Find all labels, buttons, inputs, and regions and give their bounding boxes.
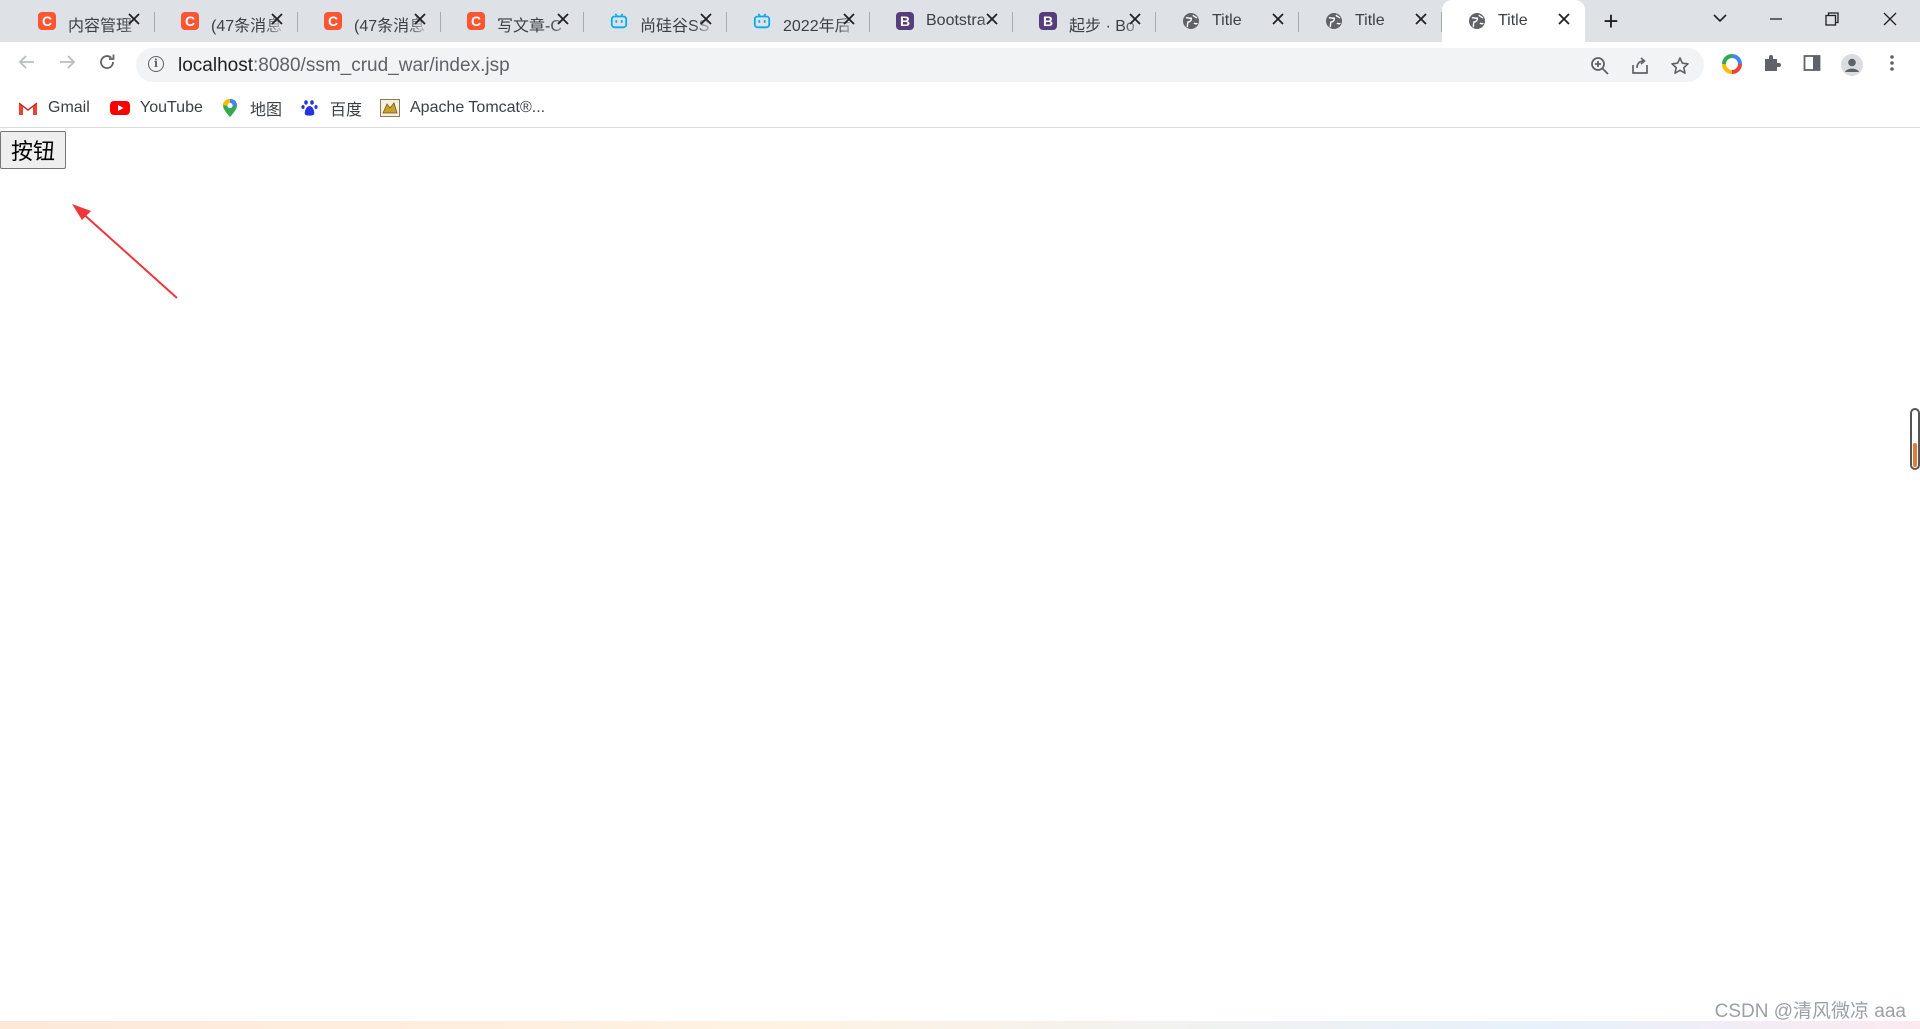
url-host: localhost [178, 55, 253, 76]
bootstrap-icon: B [896, 12, 914, 30]
chevron-down-icon [1713, 14, 1727, 23]
watermark: CSDN @清风微凉 aaa [1714, 1001, 1906, 1022]
csdn-icon: C [38, 12, 56, 30]
tab-search-button[interactable] [1700, 6, 1740, 34]
reload-button[interactable] [92, 50, 122, 80]
restore-icon [1825, 12, 1839, 26]
scroll-indicator-fill [1913, 442, 1917, 467]
browser-tab[interactable]: Title [1156, 0, 1299, 42]
forward-button[interactable] [52, 50, 82, 80]
bookmark-label: 百度 [330, 102, 363, 119]
globe-icon [1468, 12, 1486, 30]
tab-close-icon[interactable] [1412, 11, 1430, 29]
color-ring-icon [1722, 54, 1742, 74]
page-button[interactable]: 按钮 [0, 131, 67, 169]
bookmark-label: YouTube [140, 99, 203, 116]
bookmark-label: Apache Tomcat®... [410, 99, 546, 116]
avatar-icon [1841, 54, 1863, 76]
zoom-button[interactable] [1590, 56, 1610, 76]
bilibili-icon [610, 12, 628, 30]
close-window-button[interactable] [1870, 6, 1910, 34]
taskbar-strip [0, 1021, 1920, 1029]
arrow-left-icon [18, 55, 34, 69]
browser-tab[interactable]: C 内容管理 [12, 0, 155, 42]
baidu-icon [300, 98, 320, 118]
back-button[interactable] [12, 50, 42, 80]
profile-button[interactable] [1840, 53, 1864, 77]
site-info-icon[interactable]: i [148, 56, 164, 72]
extensions-button[interactable] [1760, 53, 1784, 77]
tomcat-icon [380, 98, 400, 118]
bookmark-label: 地图 [250, 102, 283, 119]
browser-tab[interactable]: C (47条消息 [298, 0, 441, 42]
bookmark-label: Gmail [48, 99, 90, 116]
bookmark-tomcat[interactable]: Apache Tomcat®... [380, 96, 545, 120]
close-icon [1883, 12, 1897, 26]
browser-tab[interactable]: Title [1299, 0, 1442, 42]
tab-close-icon[interactable] [411, 11, 429, 29]
minimize-button[interactable] [1756, 6, 1796, 34]
tab-close-icon[interactable] [1126, 11, 1144, 29]
globe-icon [1325, 12, 1343, 30]
address-bar[interactable]: i localhost:8080/ssm_crud_war/index.jsp [136, 48, 1704, 82]
side-panel-button[interactable] [1800, 53, 1824, 77]
youtube-icon [110, 98, 130, 118]
share-icon [1632, 57, 1648, 74]
star-icon [1671, 57, 1689, 74]
bootstrap-icon: B [1039, 12, 1057, 30]
reload-icon [100, 54, 115, 69]
bookmark-baidu[interactable]: 百度 [300, 96, 362, 120]
tab-close-icon[interactable] [697, 11, 715, 29]
bookmark-gmail[interactable]: Gmail [18, 96, 90, 120]
more-vert-icon [1890, 55, 1894, 71]
side-panel-icon [1803, 55, 1821, 71]
tab-close-icon[interactable] [1269, 11, 1287, 29]
browser-tab[interactable]: C (47条消息 [155, 0, 298, 42]
minimize-icon [1770, 18, 1782, 20]
annotation-arrow [72, 204, 178, 299]
csdn-icon: C [324, 12, 342, 30]
puzzle-icon [1765, 55, 1781, 71]
csdn-icon: C [181, 12, 199, 30]
tab-close-icon[interactable] [1555, 11, 1573, 29]
zoom-in-icon [1591, 57, 1609, 75]
share-button[interactable] [1630, 56, 1650, 76]
browser-tab[interactable]: B Bootstra [870, 0, 1013, 42]
browser-tab[interactable]: 2022年后 [727, 0, 870, 42]
restore-button[interactable] [1812, 6, 1852, 34]
bookmark-maps[interactable]: 地图 [220, 96, 282, 120]
browser-toolbar: i localhost:8080/ssm_crud_war/index.jsp [0, 42, 1920, 88]
browser-tab[interactable]: Title [1442, 0, 1585, 42]
csdn-icon: C [467, 12, 485, 30]
tab-close-icon[interactable] [840, 11, 858, 29]
gmail-icon [18, 98, 38, 118]
tab-close-icon[interactable] [125, 11, 143, 29]
new-tab-button[interactable]: + [1598, 8, 1624, 34]
tab-close-icon[interactable] [554, 11, 572, 29]
arrow-right-icon [60, 55, 76, 69]
bookmark-youtube[interactable]: YouTube [110, 96, 203, 120]
bookmark-star-button[interactable] [1670, 56, 1690, 76]
browser-tab[interactable]: C 写文章-C [441, 0, 584, 42]
url-text[interactable]: localhost:8080/ssm_crud_war/index.jsp [178, 55, 510, 77]
maps-icon [220, 98, 240, 118]
tab-close-icon[interactable] [268, 11, 286, 29]
menu-button[interactable] [1880, 53, 1904, 77]
browser-tab[interactable]: B 起步 · Bo [1013, 0, 1156, 42]
extension-color-button[interactable] [1720, 53, 1744, 77]
tab-strip: C 内容管理 C (47条消息 C (47条消息 C 写文章-C 尚硅谷SS 2022年后 B Boo… [0, 0, 1920, 42]
browser-tab[interactable]: 尚硅谷SS [584, 0, 727, 42]
bookmarks-bar: Gmail YouTube 地图 百度 Apache Tomcat®... [0, 88, 1920, 128]
scroll-indicator[interactable] [1910, 408, 1920, 470]
bilibili-icon [753, 12, 771, 30]
tab-close-icon[interactable] [983, 11, 1001, 29]
url-path: :8080/ssm_crud_war/index.jsp [253, 55, 510, 76]
globe-icon [1182, 12, 1200, 30]
